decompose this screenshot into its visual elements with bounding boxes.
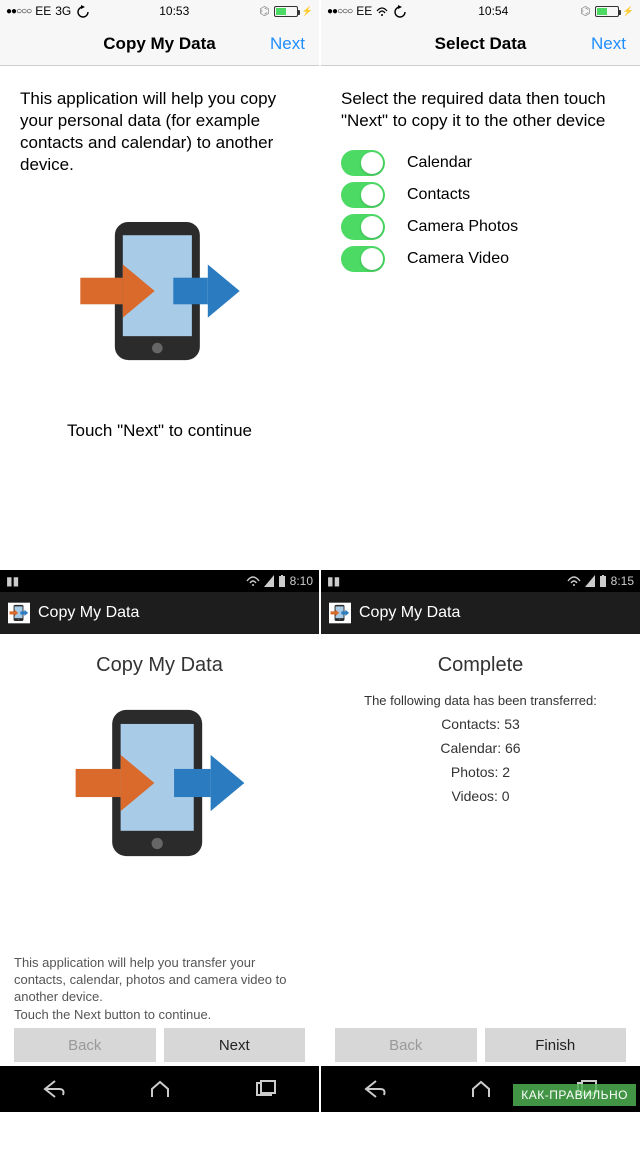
- ios-nav-bar: Select Data Next: [321, 22, 640, 66]
- result-calendar: Calendar: 66: [335, 740, 626, 756]
- notification-icon: ▮▮: [327, 574, 340, 588]
- page-title: Copy My Data: [103, 34, 215, 54]
- intro-text: Select the required data then touch "Nex…: [341, 88, 620, 132]
- toggle-video[interactable]: [341, 246, 385, 272]
- battery-icon: [595, 6, 619, 17]
- android-app-bar: Copy My Data: [321, 592, 640, 634]
- app-bar-title: Copy My Data: [38, 604, 139, 622]
- intro-text: This application will help you copy your…: [20, 88, 299, 176]
- charging-icon: ⚡: [623, 6, 634, 17]
- next-button[interactable]: Next: [270, 34, 305, 54]
- ios-status-bar: ●●○○○ EE 10:54 ⌬ ⚡: [321, 0, 640, 22]
- carrier-label: EE: [356, 4, 372, 18]
- app-logo: [20, 206, 299, 381]
- back-button[interactable]: Back: [335, 1028, 477, 1062]
- battery-icon: [599, 575, 607, 587]
- signal-dots-icon: ●●○○○: [327, 6, 352, 17]
- touch-next-hint: Touch "Next" to continue: [20, 421, 299, 441]
- toggle-photos[interactable]: [341, 214, 385, 240]
- android-status-bar: ▮▮ 8:10: [0, 570, 319, 592]
- sync-icon: [392, 4, 406, 18]
- app-logo: [14, 693, 305, 876]
- result-photos: Photos: 2: [335, 764, 626, 780]
- back-nav-icon[interactable]: [41, 1079, 67, 1099]
- results-list: Contacts: 53 Calendar: 66 Photos: 2 Vide…: [335, 716, 626, 804]
- wifi-icon: [246, 575, 260, 587]
- toggle-row-photos: Camera Photos: [341, 214, 620, 240]
- page-title: Select Data: [435, 34, 527, 54]
- toggle-row-calendar: Calendar: [341, 150, 620, 176]
- bluetooth-icon: ⌬: [259, 4, 269, 18]
- toggle-row-contacts: Contacts: [341, 182, 620, 208]
- back-button[interactable]: Back: [14, 1028, 156, 1062]
- notification-icon: ▮▮: [6, 574, 19, 588]
- toggle-contacts[interactable]: [341, 182, 385, 208]
- ios-nav-bar: Copy My Data Next: [0, 22, 319, 66]
- wifi-icon: [376, 5, 388, 17]
- clock: 10:53: [159, 4, 189, 18]
- app-logo-icon: [329, 602, 351, 624]
- toggle-label: Camera Video: [407, 250, 509, 268]
- android-nav-bar: [0, 1066, 319, 1112]
- network-label: 3G: [55, 4, 71, 18]
- bluetooth-icon: ⌬: [580, 4, 590, 18]
- home-nav-icon[interactable]: [469, 1079, 493, 1099]
- android-app-bar: Copy My Data: [0, 592, 319, 634]
- next-button[interactable]: Next: [164, 1028, 306, 1062]
- recent-nav-icon[interactable]: [254, 1079, 278, 1099]
- transferred-label: The following data has been transferred:: [335, 693, 626, 708]
- ios-status-bar: ●●○○○ EE 3G 10:53 ⌬ ⚡: [0, 0, 319, 22]
- clock: 8:10: [290, 574, 313, 588]
- signal-dots-icon: ●●○○○: [6, 6, 31, 17]
- next-button[interactable]: Next: [591, 34, 626, 54]
- android-status-bar: ▮▮ 8:15: [321, 570, 640, 592]
- intro-text: This application will help you transfer …: [14, 955, 305, 1006]
- page-title: Copy My Data: [14, 654, 305, 677]
- charging-icon: ⚡: [302, 6, 313, 17]
- page-title: Complete: [335, 654, 626, 677]
- carrier-label: EE: [35, 4, 51, 18]
- cell-icon: [264, 575, 274, 587]
- finish-button[interactable]: Finish: [485, 1028, 627, 1062]
- toggle-row-video: Camera Video: [341, 246, 620, 272]
- cell-icon: [585, 575, 595, 587]
- home-nav-icon[interactable]: [148, 1079, 172, 1099]
- wifi-icon: [567, 575, 581, 587]
- app-logo-icon: [8, 602, 30, 624]
- toggle-label: Calendar: [407, 154, 472, 172]
- watermark: КАК-ПРАВИЛЬНО: [513, 1084, 636, 1106]
- toggle-calendar[interactable]: [341, 150, 385, 176]
- battery-icon: [278, 575, 286, 587]
- result-videos: Videos: 0: [335, 788, 626, 804]
- battery-icon: [274, 6, 298, 17]
- sync-icon: [75, 4, 89, 18]
- back-nav-icon[interactable]: [362, 1079, 388, 1099]
- clock: 10:54: [478, 4, 508, 18]
- touch-next-hint: Touch the Next button to continue.: [14, 1007, 305, 1022]
- result-contacts: Contacts: 53: [335, 716, 626, 732]
- toggle-label: Camera Photos: [407, 218, 518, 236]
- app-bar-title: Copy My Data: [359, 604, 460, 622]
- clock: 8:15: [611, 574, 634, 588]
- toggle-label: Contacts: [407, 186, 470, 204]
